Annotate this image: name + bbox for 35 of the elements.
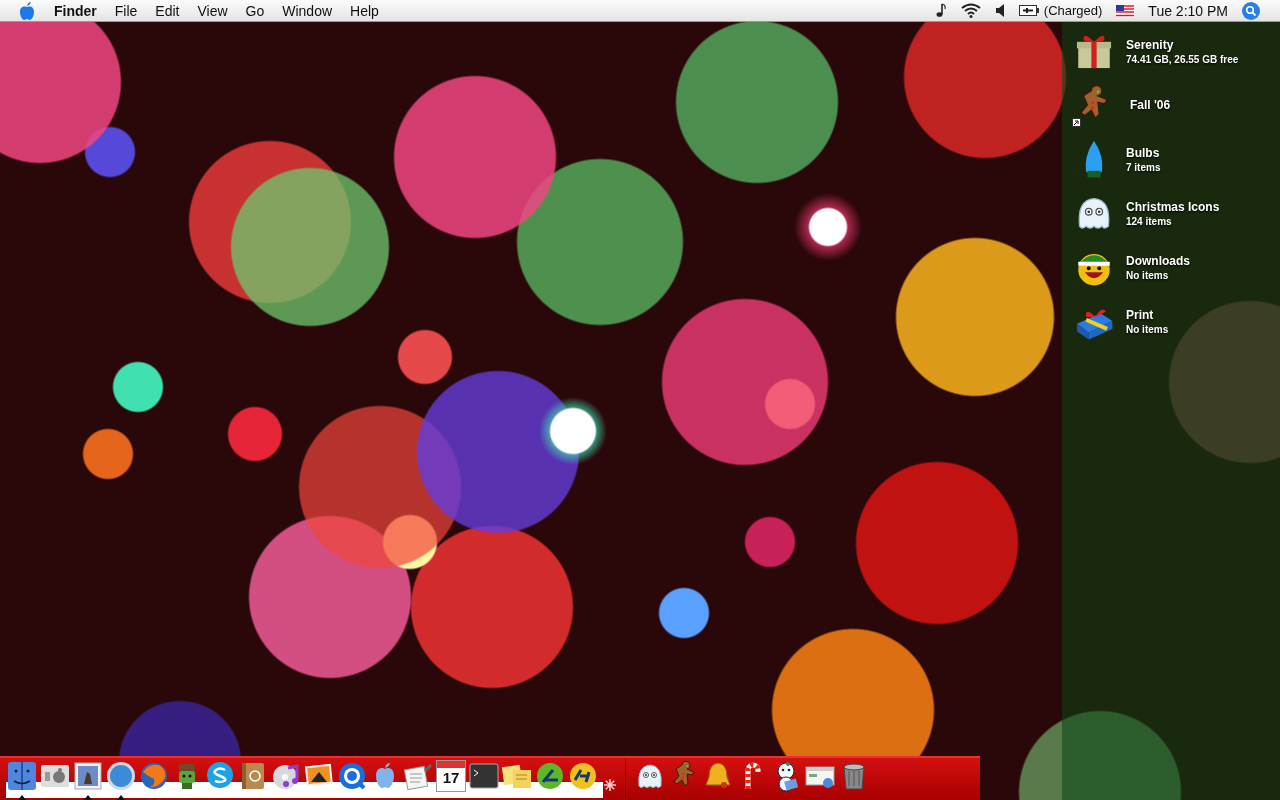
music-note-icon[interactable] [934, 3, 947, 18]
apple-menu-icon[interactable] [19, 1, 35, 20]
item-name[interactable]: Print [1126, 307, 1169, 322]
item-name[interactable]: Serenity [1126, 37, 1239, 52]
clock[interactable]: Tue 2:10 PM [1148, 2, 1228, 19]
app-menu[interactable]: Finder [54, 2, 106, 19]
snowflake-icon [603, 778, 617, 792]
item-info: 7 items [1126, 161, 1161, 173]
item-info: 74.41 GB, 26.55 GB free [1126, 53, 1239, 65]
flag-icon[interactable] [1116, 4, 1135, 17]
terminal-icon[interactable] [468, 760, 500, 792]
face-icon[interactable] [6, 760, 38, 792]
calendar-icon[interactable]: 17 [436, 760, 466, 792]
wifi-icon[interactable] [960, 3, 981, 18]
pen-stroke-icon[interactable] [534, 760, 566, 792]
item-info: 124 items [1126, 215, 1173, 227]
menu-item[interactable]: File [105, 2, 147, 19]
item-name[interactable]: Fall '06 [1130, 98, 1171, 112]
menu-item[interactable]: Help [341, 2, 388, 19]
menu-item[interactable]: View [188, 2, 237, 19]
item-name[interactable]: Bulbs [1126, 145, 1161, 160]
globe-icon[interactable] [138, 760, 170, 792]
battery-status[interactable]: (Charged) [1043, 3, 1103, 18]
battery-plug-icon[interactable] [1018, 5, 1039, 16]
item-name[interactable]: Christmas Icons [1126, 199, 1220, 214]
speaker-icon[interactable] [994, 4, 1005, 17]
letter-logo-icon[interactable] [567, 760, 599, 792]
menu-item[interactable]: Edit [146, 2, 189, 19]
item-info: No items [1126, 323, 1169, 335]
search-icon[interactable] [1242, 1, 1260, 20]
menu-item[interactable]: Window [273, 2, 342, 19]
item-name[interactable]: Downloads [1126, 253, 1190, 268]
stamp-icon[interactable] [72, 760, 104, 792]
item-info: No items [1126, 269, 1170, 281]
menu-item[interactable]: Go [236, 2, 274, 19]
